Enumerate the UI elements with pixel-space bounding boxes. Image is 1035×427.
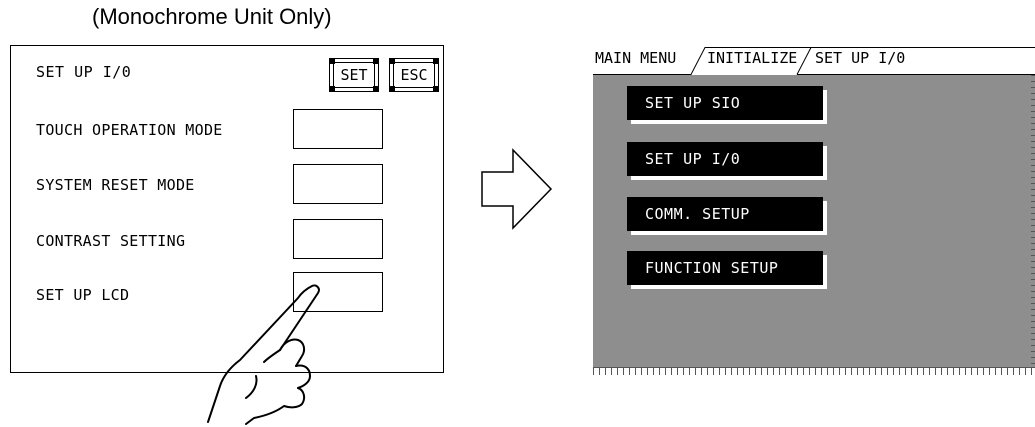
row-label-set-up-lcd: SET UP LCD	[36, 286, 130, 304]
set-button[interactable]: SET	[329, 58, 379, 92]
tab-set-up-io[interactable]: SET UP I/0	[815, 49, 905, 67]
system-reset-mode-field[interactable]	[293, 164, 383, 204]
set-button-label: SET	[340, 66, 368, 84]
menu-function-setup-button[interactable]: FUNCTION SETUP	[627, 251, 827, 289]
right-arrow-icon	[481, 148, 553, 230]
screen-edge	[1031, 75, 1035, 367]
row-label-system-reset-mode: SYSTEM RESET MODE	[36, 176, 195, 194]
pointing-hand-icon	[207, 284, 320, 425]
row-label-contrast-setting: CONTRAST SETTING	[36, 232, 186, 250]
tab-initialize[interactable]: INITIALIZE	[707, 49, 797, 67]
caption: (Monochrome Unit Only)	[92, 4, 332, 29]
touch-operation-mode-field[interactable]	[293, 109, 383, 149]
main-menu-screen: MAIN MENU INITIALIZE SET UP I/0 SET UP S…	[593, 45, 1035, 375]
breadcrumb: MAIN MENU INITIALIZE SET UP I/0	[593, 45, 1035, 75]
screen-bottom-edge	[593, 367, 1035, 375]
menu-label: FUNCTION SETUP	[627, 251, 823, 285]
contrast-setting-field[interactable]	[293, 219, 383, 259]
tab-main-menu[interactable]: MAIN MENU	[595, 49, 676, 67]
menu-comm-setup-button[interactable]: COMM. SETUP	[627, 197, 827, 235]
row-label-touch-operation-mode: TOUCH OPERATION MODE	[36, 121, 223, 139]
menu-label: COMM. SETUP	[627, 197, 823, 231]
menu-set-up-sio-button[interactable]: SET UP SIO	[627, 86, 827, 124]
screen-title: SET UP I/0	[36, 63, 132, 81]
menu-label: SET UP SIO	[627, 86, 823, 120]
esc-button-label: ESC	[400, 66, 428, 84]
menu-label: SET UP I/0	[627, 142, 823, 176]
esc-button[interactable]: ESC	[389, 58, 439, 92]
menu-set-up-io-button[interactable]: SET UP I/0	[627, 142, 827, 180]
